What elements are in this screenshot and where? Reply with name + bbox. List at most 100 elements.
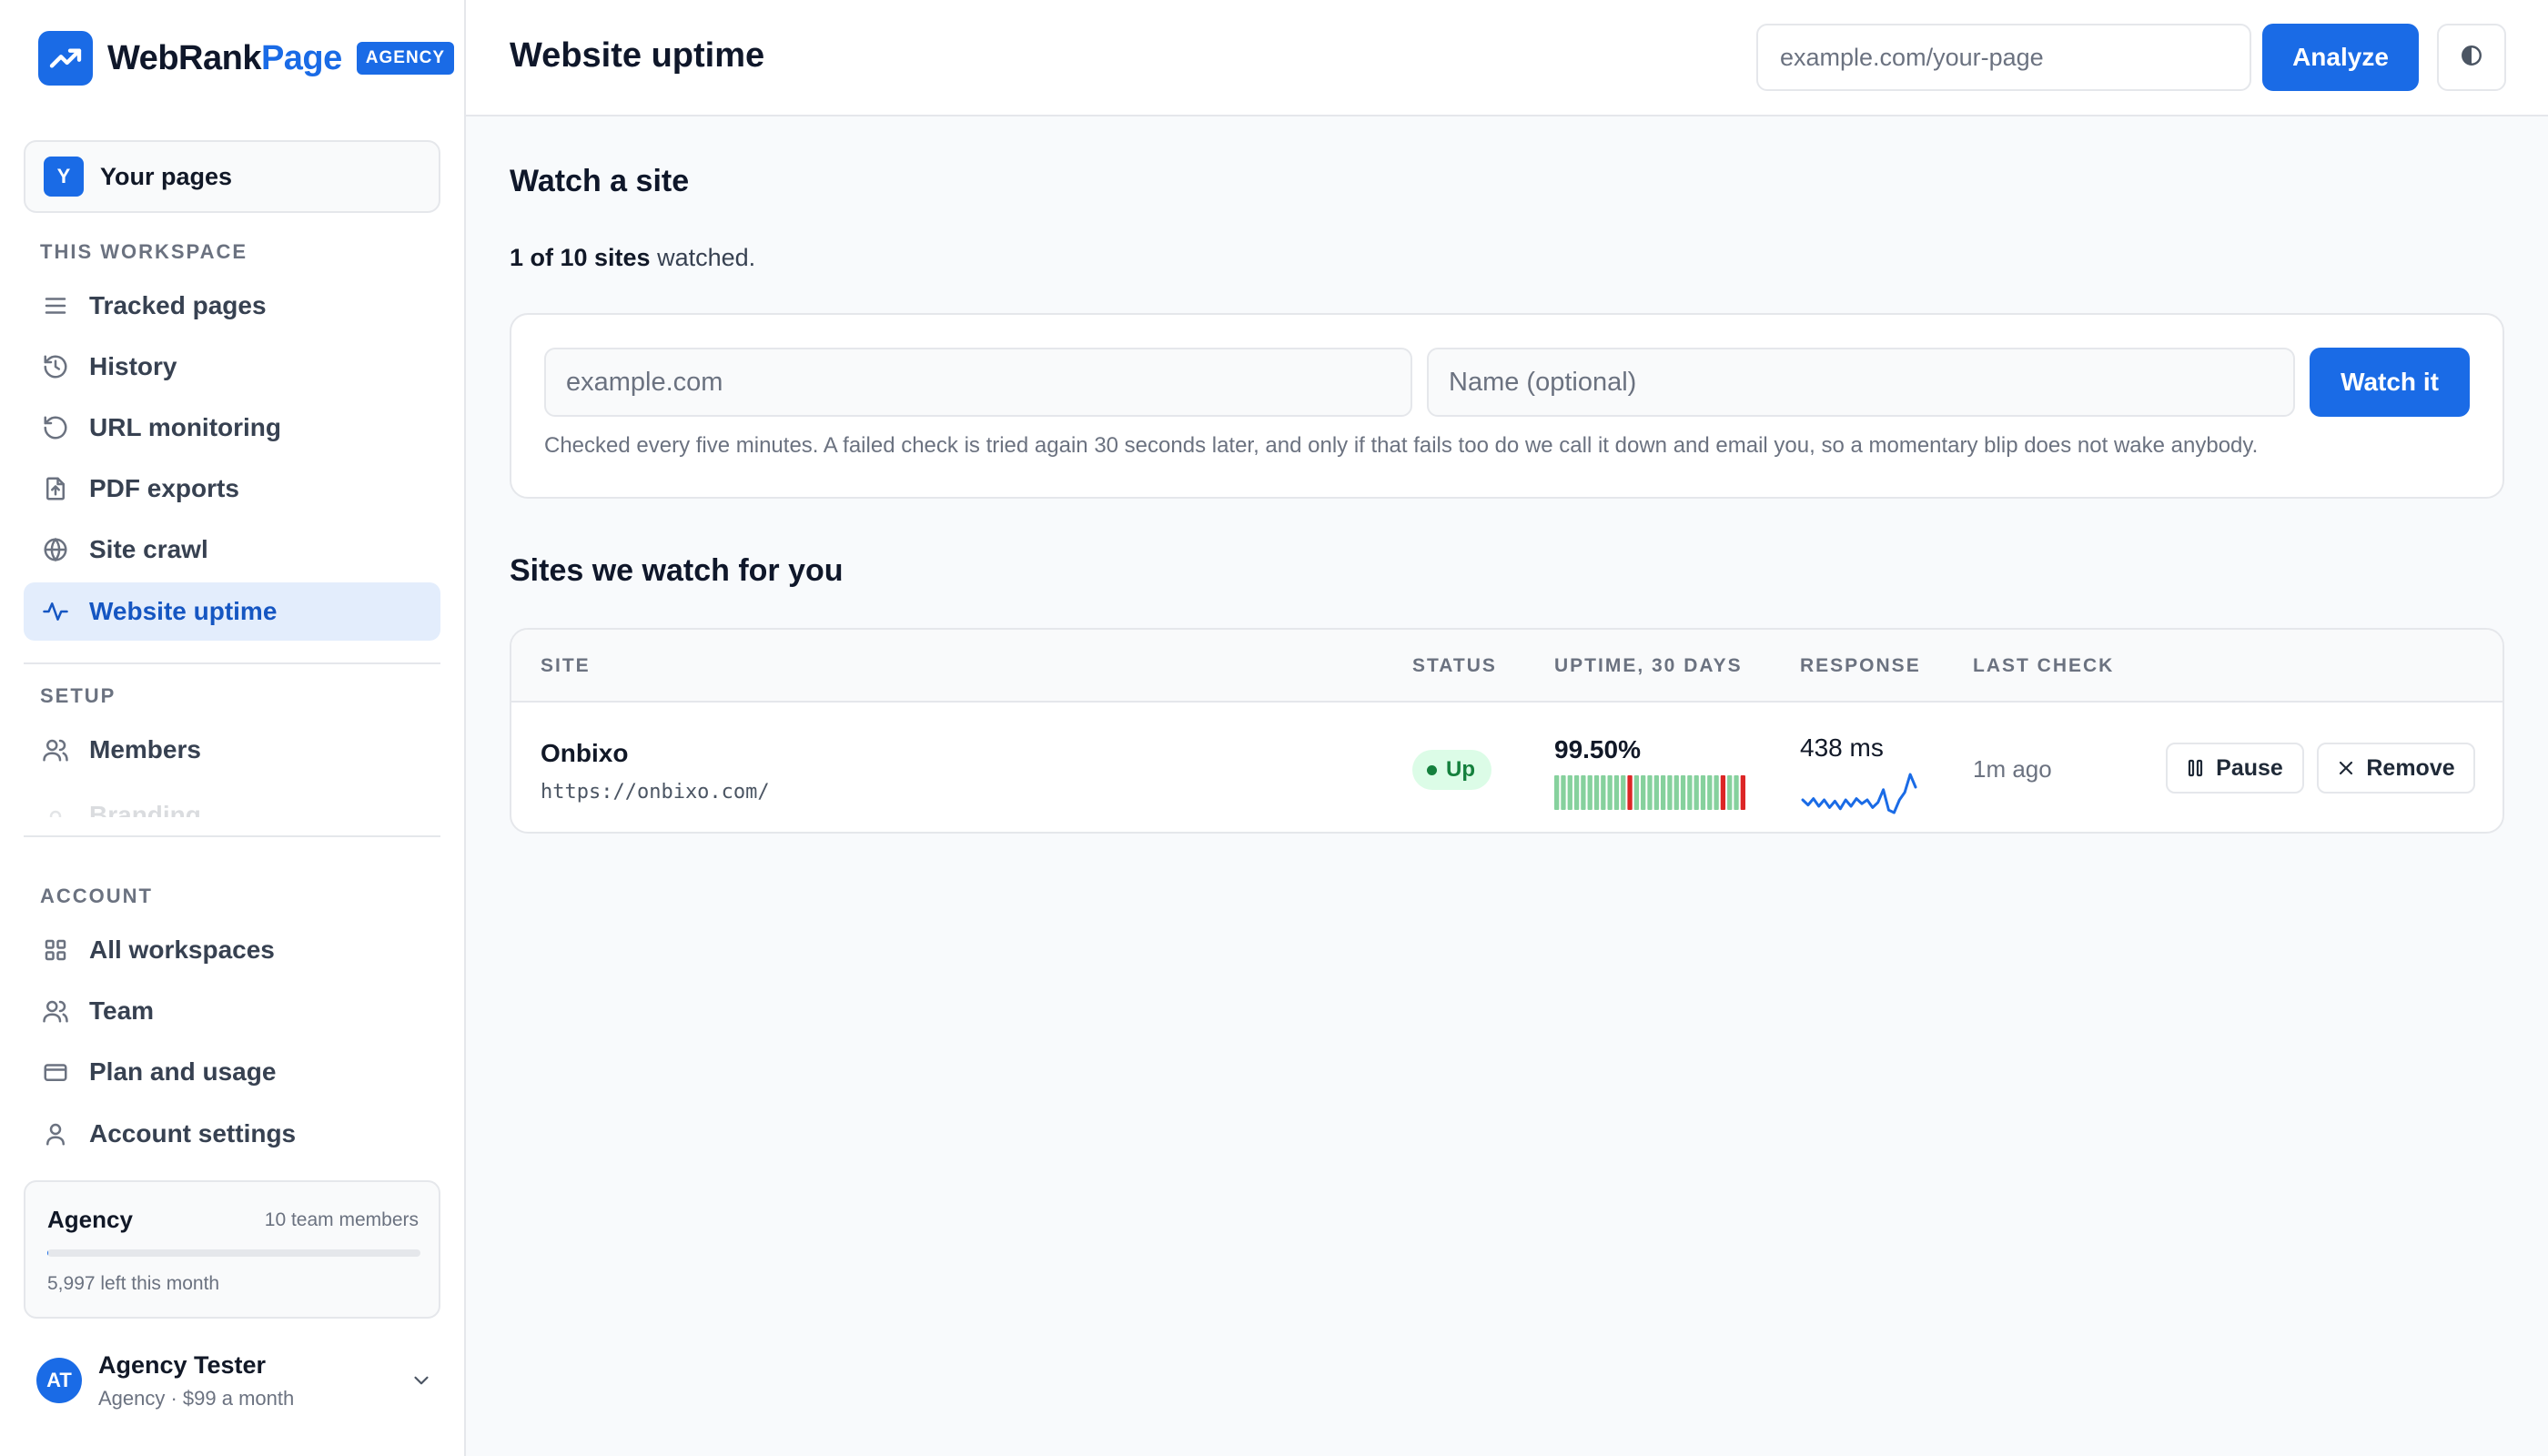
analyze-button[interactable]: Analyze (2262, 24, 2419, 91)
watch-site-form: Watch it Checked every five minutes. A f… (510, 313, 2504, 499)
uptime-bar (1607, 775, 1613, 810)
uptime-bar (1627, 775, 1633, 810)
column-header-uptime: UPTIME, 30 DAYS (1554, 655, 1743, 676)
sidebar-item-label: Team (89, 996, 155, 1025)
uptime-bar (1621, 775, 1626, 810)
plan-members: 10 team members (264, 1209, 419, 1230)
sidebar-item-pdf-exports[interactable]: PDF exports (24, 460, 440, 518)
sidebar-item-team[interactable]: Team (24, 982, 440, 1040)
sidebar-item-label: Plan and usage (89, 1057, 277, 1086)
file-export-icon (40, 473, 71, 504)
uptime-bar (1660, 775, 1666, 810)
section-label-account: ACCOUNT (40, 885, 153, 907)
sidebar-item-label: All workspaces (89, 935, 275, 964)
workspace-name: Your pages (100, 162, 233, 190)
globe-icon (40, 534, 71, 565)
uptime-bar (1673, 775, 1679, 810)
usage-remaining: 5,997 left this month (47, 1273, 220, 1294)
close-icon (2337, 759, 2355, 777)
uptime-bar (1687, 775, 1693, 810)
sidebar-item-label: PDF exports (89, 474, 239, 502)
uptime-bar (1647, 775, 1653, 810)
analyze-url-input[interactable] (1756, 24, 2251, 91)
uptime-bar (1680, 775, 1686, 810)
watch-help-text: Checked every five minutes. A failed che… (544, 433, 2259, 458)
sidebar-item-label: History (89, 352, 177, 380)
page-title: Website uptime (510, 36, 765, 75)
theme-toggle-button[interactable] (2437, 24, 2506, 91)
uptime-bar (1641, 775, 1646, 810)
uptime-bar (1633, 775, 1640, 810)
sidebar-item-members[interactable]: Members (24, 721, 440, 779)
users-icon (40, 734, 71, 765)
sidebar-item-website-uptime[interactable]: Website uptime (24, 582, 440, 641)
brand[interactable]: WebRankPage AGENCY (38, 31, 455, 86)
sidebar-item-label: Members (89, 735, 201, 763)
column-header-site: SITE (541, 655, 591, 676)
user-menu[interactable]: AT Agency Tester Agency · $99 a month (36, 1349, 437, 1412)
sidebar-item-history[interactable]: History (24, 338, 440, 396)
remove-button[interactable]: Remove (2317, 743, 2475, 794)
uptime-bar (1700, 775, 1706, 810)
sidebar-item-branding[interactable]: Branding (24, 781, 440, 817)
sites-table: SITE STATUS UPTIME, 30 DAYS RESPONSE LAS… (510, 628, 2504, 834)
uptime-bar (1667, 775, 1673, 810)
section-label-workspace: THIS WORKSPACE (40, 240, 248, 263)
watch-it-button[interactable]: Watch it (2310, 348, 2470, 417)
uptime-bar (1727, 775, 1733, 810)
uptime-bar (1581, 775, 1586, 810)
section-label-setup: SETUP (40, 684, 116, 707)
watch-section-title: Watch a site (510, 164, 690, 198)
response-sparkline (1801, 773, 1917, 814)
refresh-icon (40, 412, 71, 443)
sidebar-item-label: URL monitoring (89, 413, 282, 441)
brand-name: WebRankPage (107, 38, 342, 77)
site-name-input[interactable] (1427, 348, 2295, 417)
sidebar: WebRankPage AGENCY Y Your pages THIS WOR… (0, 0, 466, 1456)
sparkline-path (1801, 773, 1917, 814)
sidebar-item-plan-and-usage[interactable]: Plan and usage (24, 1043, 440, 1101)
uptime-bar (1554, 775, 1560, 810)
sidebar-item-account-settings[interactable]: Account settings (24, 1105, 440, 1163)
pulse-icon (40, 596, 71, 627)
top-bar: Website uptime Analyze (466, 0, 2548, 116)
sidebar-divider (24, 835, 440, 837)
uptime-bar (1601, 775, 1606, 810)
history-icon (40, 351, 71, 382)
column-header-status: STATUS (1412, 655, 1497, 676)
uptime-bar (1653, 775, 1659, 810)
sidebar-item-url-monitoring[interactable]: URL monitoring (24, 399, 440, 457)
sidebar-item-label: Website uptime (89, 597, 278, 625)
uptime-bar (1734, 775, 1739, 810)
plan-name: Agency (47, 1206, 133, 1233)
uptime-bar (1561, 775, 1566, 810)
table-row: Onbixo https://onbixo.com/ Up 99.50% 438… (511, 703, 2502, 832)
site-url: https://onbixo.com/ (541, 781, 770, 804)
list-icon (40, 290, 71, 321)
user-plan: Agency · $99 a month (98, 1386, 295, 1410)
workspace-switcher[interactable]: Y Your pages (24, 140, 440, 213)
usage-progress-bar (47, 1249, 420, 1257)
brush-icon (40, 801, 71, 817)
uptime-bar (1694, 775, 1699, 810)
uptime-bar (1587, 775, 1592, 810)
sidebar-item-label: Site crawl (89, 535, 208, 563)
sidebar-divider (24, 662, 440, 664)
pause-icon (2187, 758, 2205, 778)
sidebar-item-all-workspaces[interactable]: All workspaces (24, 921, 440, 979)
uptime-bar (1567, 775, 1572, 810)
workspace-avatar: Y (44, 157, 84, 197)
plan-usage-card[interactable]: Agency 10 team members 5,997 left this m… (24, 1180, 440, 1319)
card-icon (40, 1057, 71, 1087)
sidebar-item-site-crawl[interactable]: Site crawl (24, 521, 440, 579)
sidebar-item-tracked-pages[interactable]: Tracked pages (24, 277, 440, 335)
uptime-bar (1613, 775, 1620, 810)
pause-button[interactable]: Pause (2166, 743, 2304, 794)
sidebar-item-label: Branding (89, 801, 201, 817)
status-badge: Up (1412, 750, 1491, 790)
uptime-bar (1714, 775, 1719, 810)
site-url-input[interactable] (544, 348, 1412, 417)
sidebar-item-label: Tracked pages (89, 291, 267, 319)
avatar: AT (36, 1358, 82, 1403)
table-header: SITE STATUS UPTIME, 30 DAYS RESPONSE LAS… (511, 630, 2502, 703)
